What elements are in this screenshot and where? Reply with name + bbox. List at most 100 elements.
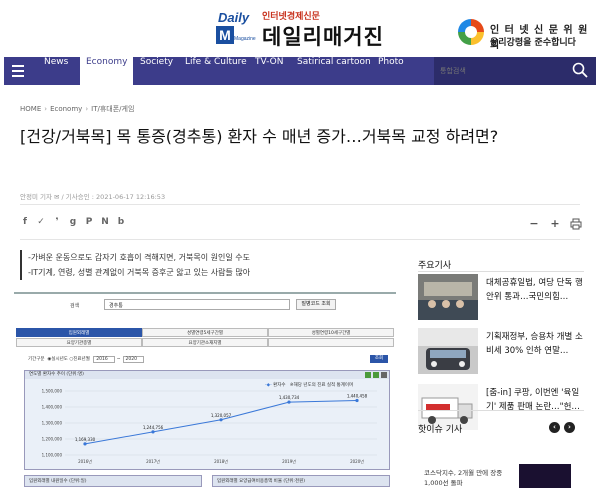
article-byline: 안정미 기자 ✉ / 기사승인 : 2021-06-17 12:16:53 [20,193,166,201]
sidebar-title: 주요기사 [418,261,452,271]
divider [418,410,584,411]
x-tick-label: 2019년 [282,458,296,464]
x-tick-label: 2020년 [350,458,364,464]
site-brand-name[interactable]: 데일리매거진 [262,21,384,51]
nav-item-news[interactable]: News [44,57,68,85]
divider [418,271,584,272]
logo-daily-text: Daily [218,10,250,25]
nav-item-economy[interactable]: Economy [80,57,134,85]
hot-issue-controls: ‹ › [549,422,575,433]
chevron-left-icon[interactable]: ‹ [549,422,560,433]
nav-search [434,57,596,85]
data-point [151,430,155,434]
breadcrumb: HOME › Economy › IT/휴대폰/게임 [20,105,135,113]
print-icon[interactable] [570,218,582,230]
data-label: 1,430,734 [279,395,300,400]
stat-period-opt1: 실시년도 [51,357,68,362]
article-thumbnail [418,274,478,320]
sidebar-article[interactable]: 대체공휴일법, 여당 단독 행안위 통과…국민의힘… [418,274,584,326]
stat-period-row: 기간구분 ◉실시년도 ○진료년월 2016 ~2020 [28,356,146,363]
excel-icon [365,372,371,378]
divider [20,204,580,205]
data-label: 1,169,330 [75,437,96,442]
search-input[interactable] [440,63,560,79]
nav-item-satirical-cartoon[interactable]: Satirical cartoon [297,57,371,85]
search-icon[interactable] [572,62,588,78]
stat-year-from: 2016 [93,356,115,363]
stat-tab-row: 입원외래별 성별연령5세구간별 성별연령10세구간별 [16,328,394,337]
hot-issue-text: 코스닥지수, 2개월 만에 장중 [424,469,503,477]
stat-chart-title: 연도별 환자수 추이 (단위:명) [25,371,389,379]
data-point [83,442,87,446]
hot-issue-title: 핫이슈 기사 [418,425,463,435]
excel-icon [373,372,379,378]
nav-item-society[interactable]: Society [140,57,173,85]
y-tick-label: 1,500,000 [42,389,63,394]
facebook-icon[interactable]: f [20,217,30,228]
stat-lower-panel: 입원외래별 내원일수 (단위:일) [24,475,202,487]
x-tick-label: 2017년 [146,458,160,464]
stat-tab: 입원외래별 [16,328,142,337]
data-label: 1,320,057 [211,413,232,418]
summary-line: -가벼운 운동으로도 갑자기 호흡이 격해지면, 거북목이 원인일 수도 [28,253,250,262]
breadcrumb-home[interactable]: HOME [20,105,41,113]
breadcrumb-subsection[interactable]: IT/휴대폰/게임 [91,105,134,113]
stat-period-label: 기간구분 [28,357,45,362]
article-summary: -가벼운 운동으로도 갑자기 호흡이 격해지면, 거북목이 원인일 수도 -IT… [20,250,390,280]
data-point [355,398,359,403]
nav-item-tv-on[interactable]: TV-ON [255,57,283,85]
nav-item-photo[interactable]: Photo [378,57,404,85]
share-bar: f ✓ ❜ g P N b [20,217,126,231]
font-increase-button[interactable]: + [549,218,561,230]
stat-tab: 성별연령10세구간별 [268,328,394,337]
y-tick-label: 1,100,000 [42,453,63,458]
logo-m-letter: M [216,26,234,44]
data-point [219,418,223,422]
sidebar-article[interactable]: 기획재정부, 승용차 개별 소비세 30% 인하 연말… [418,328,584,380]
divider [20,239,580,240]
patient-count-line-chart: 1,500,000 1,400,000 1,300,000 1,200,000 1,10… [42,389,377,464]
sidebar-article-title[interactable]: 대체공휴일법, 여당 단독 행안위 통과…국민의힘… [486,276,584,304]
stat-search-input: 경추통 [104,299,290,310]
hot-issue-text: 1,000선 돌파 [424,479,463,487]
hot-issue-thumbnail[interactable] [519,464,571,488]
summary-line: -IT기계, 연령, 성별 관계없이 거북목 증후군 앓고 있는 사람들 많아 [28,268,251,277]
hamburger-menu-icon[interactable] [12,65,24,77]
stat-search-label: 검색 [70,303,80,309]
band-icon[interactable]: b [116,217,126,228]
daily-magazine-logo[interactable]: Daily M Magazine [216,8,256,46]
stat-year-to: 2020 [122,356,144,363]
article-image-statistics: 검색 경추통 질병코드 조회 입원외래별 성별연령5세구간별 성별연령10세구간… [14,292,396,488]
sidebar-article-title[interactable]: 기획재정부, 승용차 개별 소비세 30% 인하 연말… [486,330,584,358]
article-title: [건강/거북목] 목 통증(경추통) 환자 수 매년 증가…거북목 교정 하려면… [20,127,499,146]
stat-tab [268,338,394,347]
breadcrumb-section[interactable]: Economy [50,105,82,113]
hot-issue-article[interactable]: 코스닥지수, 2개월 만에 장중 1,000선 돌파 [424,468,502,488]
x-tick-label: 2018년 [214,458,228,464]
ethics-committee-pledge: 윤리강령을 준수합니다 [490,38,576,48]
pinterest-icon[interactable]: P [84,217,94,228]
nav-item-life-culture[interactable]: Life & Culture [185,57,247,85]
googleplus-icon[interactable]: g [68,217,78,228]
font-decrease-button[interactable]: − [528,218,540,230]
kakao-icon[interactable]: ❜ [52,217,62,228]
main-nav: News Economy Society Life & Culture TV-O… [4,57,596,85]
x-tick-label: 2016년 [78,458,92,464]
print-icon [381,372,387,378]
stat-chart-box: 연도별 환자수 추이 (단위:명) -◆- 환자수 ※해당 년도의 진료 실적 … [24,370,390,470]
stat-tab-row: 요양기관종별 요양기관소재지별 [16,338,394,347]
stat-lower-panel: 입원외래별 요양급여비용총액 비율 (단위:천원) [212,475,390,487]
chevron-right-icon[interactable]: › [564,422,575,433]
twitter-icon[interactable]: ✓ [36,217,46,228]
stat-tab: 성별연령5세구간별 [142,328,268,337]
stat-tab: 요양기관소재지별 [142,338,268,347]
stat-lower-title: 입원외래별 내원일수 (단위:일) [29,479,87,484]
stat-tab: 요양기관종별 [16,338,142,347]
stat-look-button: 조회 [370,355,388,363]
data-label: 1,440,458 [347,394,368,399]
y-tick-label: 1,200,000 [42,437,63,442]
stat-period-opt2: 진료년월 [73,357,90,362]
y-tick-label: 1,400,000 [42,405,63,410]
data-point [287,400,291,404]
naver-icon[interactable]: N [100,217,110,228]
